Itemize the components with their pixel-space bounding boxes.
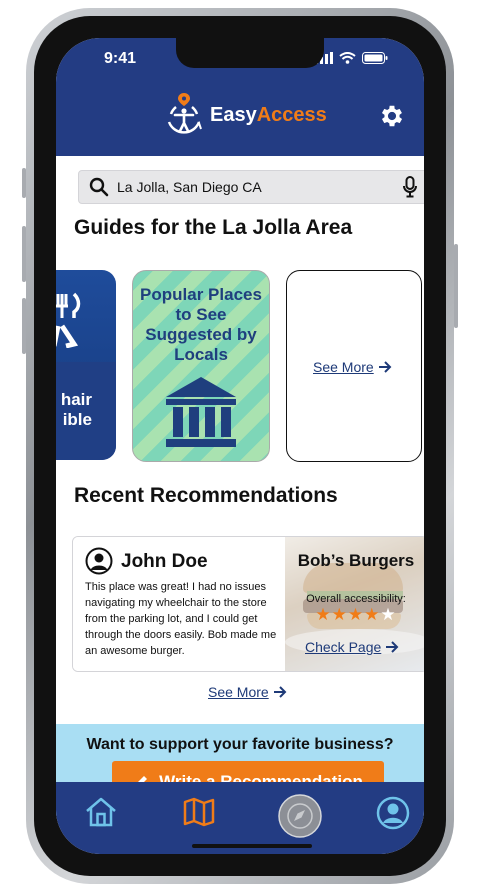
star-filled-icon: ★ [331, 605, 348, 624]
home-indicator [192, 844, 312, 848]
guide-card-popular-places[interactable]: Popular Places to See Suggested by Local… [132, 270, 270, 462]
recommendations-see-more-link[interactable]: See More [208, 684, 287, 700]
check-page-label: Check Page [305, 639, 382, 655]
settings-button[interactable] [378, 102, 406, 135]
star-filled-icon: ★ [364, 605, 381, 624]
star-empty-icon: ★ [380, 605, 397, 624]
accessibility-rating: ★★★★★ [285, 605, 424, 625]
tab-map[interactable] [182, 796, 216, 833]
star-filled-icon: ★ [347, 605, 365, 624]
status-time: 9:41 [104, 50, 137, 67]
review-text: This place was great! I had no issues na… [85, 581, 277, 657]
profile-icon [376, 796, 410, 830]
search-icon [89, 177, 109, 197]
recommendation-card[interactable]: John Doe This place was great! I had no … [72, 536, 424, 672]
map-icon [183, 797, 215, 827]
arrow-right-icon [386, 641, 399, 653]
avatar-icon [85, 547, 113, 575]
tab-home[interactable] [84, 796, 118, 833]
accessibility-label: Overall accessibility: [306, 593, 406, 605]
power-button [454, 244, 458, 328]
business-panel: Bob’s Burgers Overall accessibility: ★★★… [285, 537, 424, 671]
star-filled-icon: ★ [315, 605, 332, 624]
reviewer-name: John Doe [121, 551, 208, 572]
screen: 9:41 EasyAccess La Jolla, San Diego CA G… [56, 38, 424, 854]
guide-card-wheelchair-line2: ible [62, 410, 92, 429]
notch [176, 38, 324, 68]
guide-card-popular-title: Popular Places to See Suggested by Local… [140, 285, 262, 364]
guide-card-see-more[interactable]: See More [286, 270, 422, 462]
app-header: EasyAccess [56, 78, 424, 156]
tab-explore[interactable] [278, 794, 322, 843]
logo-text-access: Access [256, 103, 327, 126]
recommendations-heading: Recent Recommendations [74, 484, 338, 507]
bottom-tab-bar [56, 782, 424, 854]
compass-icon [278, 794, 322, 838]
landmark-icon [166, 377, 236, 447]
guides-carousel[interactable]: hair ible Popular Places to See Suggeste… [56, 270, 424, 462]
guides-see-more-label: See More [313, 359, 374, 375]
accessibility-logo-icon [167, 93, 202, 134]
tab-profile[interactable] [376, 796, 410, 835]
support-question: Want to support your favorite business? [86, 736, 394, 753]
status-icons [315, 52, 388, 64]
mute-switch [22, 168, 26, 198]
app-logo: EasyAccess [164, 92, 327, 138]
phone-bezel: 9:41 EasyAccess La Jolla, San Diego CA G… [34, 16, 446, 876]
arrow-right-icon [378, 361, 392, 373]
microphone-icon[interactable] [403, 176, 417, 198]
guide-card-wheelchair-line1: hair [60, 390, 92, 409]
home-icon [86, 797, 116, 827]
arrow-right-icon [273, 686, 287, 698]
utensils-icon [56, 292, 81, 348]
search-input[interactable] [115, 178, 389, 196]
volume-up-button [22, 226, 26, 282]
phone-frame: 9:41 EasyAccess La Jolla, San Diego CA G… [22, 8, 458, 884]
guide-card-wheelchair[interactable]: hair ible [56, 270, 116, 460]
recommendations-see-more-label: See More [208, 684, 269, 700]
gear-icon [381, 105, 403, 127]
wifi-icon [339, 52, 356, 64]
review-panel: John Doe This place was great! I had no … [73, 537, 285, 671]
guides-see-more-link[interactable]: See More [313, 359, 392, 375]
logo-text-easy: Easy [210, 103, 257, 126]
battery-icon [362, 52, 388, 64]
search-bar[interactable] [78, 170, 424, 204]
check-page-link[interactable]: Check Page [305, 639, 399, 655]
volume-down-button [22, 298, 26, 354]
business-name: Bob’s Burgers [297, 551, 415, 570]
guides-heading: Guides for the La Jolla Area [74, 216, 353, 239]
